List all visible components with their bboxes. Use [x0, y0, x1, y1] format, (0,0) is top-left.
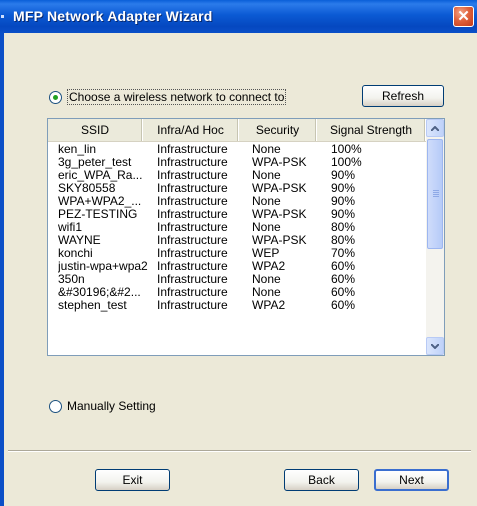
mode-cell: Infrastructure — [157, 194, 228, 208]
vertical-scrollbar[interactable] — [426, 119, 444, 355]
network-row[interactable]: stephen_test Infrastructure WPA2 60% — [48, 298, 426, 312]
ssid-cell: stephen_test — [58, 298, 127, 312]
security-cell: None — [252, 285, 281, 299]
column-header-mode[interactable]: Infra/Ad Hoc — [143, 119, 239, 141]
footer-separator — [8, 450, 471, 452]
thumb-grip — [433, 196, 439, 197]
choose-network-option[interactable]: Choose a wireless network to connect to — [49, 89, 287, 105]
back-button[interactable]: Back — [284, 469, 359, 491]
manual-setting-label: Manually Setting — [67, 399, 156, 413]
security-cell: None — [252, 220, 281, 234]
signal-cell: 60% — [331, 259, 356, 273]
manual-setting-radio[interactable] — [49, 399, 62, 413]
signal-cell: 100% — [331, 155, 362, 169]
choose-network-radio[interactable] — [49, 90, 62, 104]
security-cell: WPA-PSK — [252, 181, 307, 195]
security-cell: None — [252, 194, 281, 208]
network-list[interactable]: SSID Infra/Ad Hoc Security Signal Streng… — [47, 118, 445, 356]
security-cell: None — [252, 142, 281, 156]
title-bar-dot — [1, 15, 4, 18]
signal-cell: 90% — [331, 168, 356, 182]
mode-cell: Infrastructure — [157, 233, 228, 247]
chevron-down-icon — [431, 344, 439, 349]
column-header-signal[interactable]: Signal Strength — [317, 119, 426, 141]
security-cell: WPA-PSK — [252, 207, 307, 221]
network-rows: ken_lin Infrastructure None 100% 3g_peter_t… — [48, 142, 426, 312]
security-cell: None — [252, 272, 281, 286]
scroll-down-button[interactable] — [426, 337, 444, 355]
refresh-button[interactable]: Refresh — [362, 85, 444, 107]
scroll-up-button[interactable] — [426, 119, 444, 137]
ssid-cell: 350n — [58, 272, 85, 286]
mode-cell: Infrastructure — [157, 142, 228, 156]
signal-cell: 90% — [331, 194, 356, 208]
mode-cell: Infrastructure — [157, 298, 228, 312]
title-bar[interactable]: MFP Network Adapter Wizard ✕ — [0, 0, 477, 33]
ssid-cell: SKY80558 — [58, 181, 116, 195]
ssid-cell: justin-wpa+wpa2 — [58, 259, 148, 273]
ssid-cell: ken_lin — [58, 142, 97, 156]
mode-cell: Infrastructure — [157, 246, 228, 260]
signal-cell: 60% — [331, 285, 356, 299]
manual-setting-option[interactable]: Manually Setting — [49, 399, 156, 413]
ssid-cell: konchi — [58, 246, 93, 260]
ssid-cell: 3g_peter_test — [58, 155, 132, 169]
ssid-cell: eric_WPA_Ra... — [58, 168, 143, 182]
mode-cell: Infrastructure — [157, 272, 228, 286]
mode-cell: Infrastructure — [157, 207, 228, 221]
dialog-body: Choose a wireless network to connect to … — [4, 33, 477, 506]
network-list-header: SSID Infra/Ad Hoc Security Signal Streng… — [48, 119, 426, 142]
ssid-cell: WAYNE — [58, 233, 101, 247]
ssid-cell: PEZ-TESTING — [58, 207, 138, 221]
thumb-grip — [433, 192, 439, 193]
security-cell: WEP — [252, 246, 280, 260]
signal-cell: 70% — [331, 246, 356, 260]
mode-cell: Infrastructure — [157, 220, 228, 234]
close-icon: ✕ — [457, 8, 470, 25]
ssid-cell: wifi1 — [58, 220, 83, 234]
security-cell: None — [252, 168, 281, 182]
ssid-cell: WPA+WPA2_... — [58, 194, 142, 208]
security-cell: WPA2 — [252, 259, 286, 273]
mode-cell: Infrastructure — [157, 181, 228, 195]
wizard-window: MFP Network Adapter Wizard ✕ Choose a wi… — [0, 0, 477, 506]
signal-cell: 80% — [331, 220, 356, 234]
thumb-grip — [433, 190, 439, 191]
next-button[interactable]: Next — [374, 469, 449, 491]
signal-cell: 100% — [331, 142, 362, 156]
ssid-cell: &#30196;&#2... — [58, 285, 141, 299]
column-header-ssid[interactable]: SSID — [48, 119, 143, 141]
scrollbar-thumb[interactable] — [427, 139, 443, 249]
security-cell: WPA-PSK — [252, 155, 307, 169]
close-button[interactable]: ✕ — [453, 6, 474, 27]
signal-cell: 60% — [331, 298, 356, 312]
exit-button[interactable]: Exit — [95, 469, 170, 491]
mode-cell: Infrastructure — [157, 155, 228, 169]
security-cell: WPA2 — [252, 298, 286, 312]
mode-cell: Infrastructure — [157, 168, 228, 182]
column-header-security[interactable]: Security — [239, 119, 317, 141]
mode-cell: Infrastructure — [157, 285, 228, 299]
security-cell: WPA-PSK — [252, 233, 307, 247]
signal-cell: 90% — [331, 181, 356, 195]
signal-cell: 90% — [331, 207, 356, 221]
mode-cell: Infrastructure — [157, 259, 228, 273]
signal-cell: 80% — [331, 233, 356, 247]
signal-cell: 60% — [331, 272, 356, 286]
choose-network-label: Choose a wireless network to connect to — [67, 89, 287, 105]
window-title: MFP Network Adapter Wizard — [13, 8, 213, 24]
chevron-up-icon — [431, 126, 439, 131]
thumb-grip — [433, 194, 439, 195]
